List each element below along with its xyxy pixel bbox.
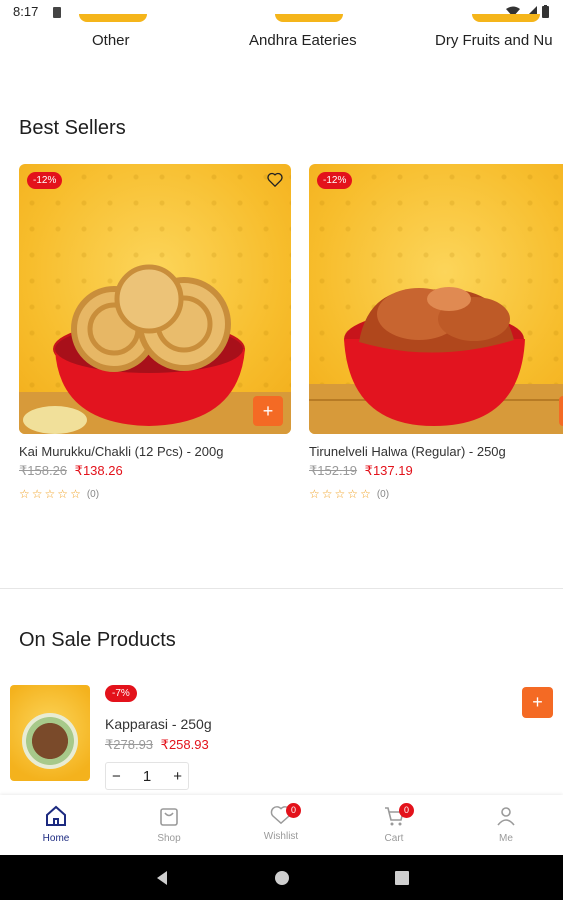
on-sale-title: On Sale Products: [19, 629, 176, 651]
star-rating: ☆ ☆ ☆ ☆ ☆ (0): [19, 487, 291, 501]
bottom-nav: Home Shop 0 Wishlist 0 Cart Me: [0, 795, 563, 855]
star-icon: ☆: [70, 487, 81, 501]
sale-product-name[interactable]: Kapparasi - 250g: [105, 716, 212, 732]
price-line: ₹152.19 ₹137.19: [309, 463, 563, 479]
sale-list-item[interactable]: -7% Kapparasi - 250g ₹278.93 ₹258.93 − 1…: [0, 680, 563, 795]
quantity-value[interactable]: 1: [143, 768, 151, 785]
category-label-other[interactable]: Other: [92, 32, 130, 49]
new-price: ₹138.26: [74, 463, 123, 478]
sale-new-price: ₹258.93: [160, 737, 209, 752]
sale-discount-badge: -7%: [105, 685, 137, 702]
product-card[interactable]: -12% + Tirunelveli Halwa (Regular) - 250…: [309, 164, 563, 501]
wishlist-count-badge: 0: [286, 803, 301, 818]
star-icon: ☆: [31, 487, 43, 501]
product-image[interactable]: -12% +: [309, 164, 563, 434]
category-image-other[interactable]: [79, 14, 147, 22]
star-icon: ☆: [334, 487, 346, 501]
home-icon: [46, 805, 66, 826]
product-card[interactable]: -12% + Kai Murukku/Chakli (12 Pcs) - 200…: [19, 164, 291, 501]
sale-old-price: ₹278.93: [105, 737, 154, 752]
star-rating: ☆ ☆ ☆ ☆ ☆ (0): [309, 487, 563, 501]
nav-home-label: Home: [42, 833, 70, 844]
star-icon: ☆: [57, 487, 69, 501]
new-price: ₹137.19: [364, 463, 413, 478]
discount-badge: -12%: [27, 172, 63, 189]
category-label-dryfruits[interactable]: Dry Fruits and Nu: [435, 32, 553, 49]
back-icon[interactable]: [155, 870, 169, 886]
quantity-stepper: − 1 +: [105, 762, 189, 790]
nav-shop-label: Shop: [157, 833, 181, 844]
old-price: ₹152.19: [309, 463, 358, 478]
price-line: ₹158.26 ₹138.26: [19, 463, 291, 479]
star-icon: ☆: [19, 487, 30, 501]
sale-product-image[interactable]: [10, 685, 90, 781]
sale-price-line: ₹278.93 ₹258.93: [105, 737, 209, 753]
nav-wishlist[interactable]: 0 Wishlist: [241, 803, 321, 842]
nav-shop[interactable]: Shop: [129, 805, 209, 844]
category-label-andhra[interactable]: Andhra Eateries: [249, 32, 357, 49]
product-image[interactable]: -12% +: [19, 164, 291, 434]
section-divider: [0, 588, 563, 589]
star-icon: ☆: [360, 487, 371, 501]
best-sellers-title: Best Sellers: [19, 117, 126, 139]
sale-add-to-cart-button[interactable]: +: [522, 687, 553, 718]
category-image-dryfruits[interactable]: [472, 14, 540, 22]
increment-button[interactable]: +: [173, 768, 182, 785]
star-icon: ☆: [347, 487, 359, 501]
murukku-illustration: [19, 264, 291, 434]
add-to-cart-button[interactable]: +: [253, 396, 283, 426]
category-image-andhra[interactable]: [275, 14, 343, 22]
category-row: Other Andhra Eateries Dry Fruits and Nu: [0, 0, 563, 60]
halwa-illustration: [309, 287, 563, 434]
bag-icon: [160, 808, 178, 826]
old-price: ₹158.26: [19, 463, 68, 478]
nav-me[interactable]: Me: [466, 805, 546, 844]
discount-badge: -12%: [317, 172, 353, 189]
nav-me-label: Me: [499, 833, 513, 844]
nav-cart[interactable]: 0 Cart: [354, 803, 434, 844]
star-icon: ☆: [309, 487, 320, 501]
review-count: (0): [86, 488, 100, 500]
nav-wishlist-label: Wishlist: [263, 831, 299, 842]
review-count: (0): [376, 488, 390, 500]
nav-home[interactable]: Home: [16, 805, 96, 844]
decrement-button[interactable]: −: [112, 768, 121, 785]
add-to-cart-button[interactable]: +: [559, 396, 563, 426]
star-icon: ☆: [44, 487, 56, 501]
wishlist-heart-icon[interactable]: [267, 172, 283, 192]
person-icon: [497, 807, 515, 826]
cart-count-badge: 0: [399, 803, 414, 818]
home-button-icon[interactable]: [274, 870, 290, 886]
nav-cart-label: Cart: [384, 833, 404, 844]
recents-icon[interactable]: [395, 871, 409, 885]
kapparasi-bowl: [22, 713, 78, 769]
product-name[interactable]: Tirunelveli Halwa (Regular) - 250g: [309, 444, 563, 459]
product-name[interactable]: Kai Murukku/Chakli (12 Pcs) - 200g: [19, 444, 291, 459]
star-icon: ☆: [321, 487, 333, 501]
system-nav-bar: [0, 855, 563, 900]
